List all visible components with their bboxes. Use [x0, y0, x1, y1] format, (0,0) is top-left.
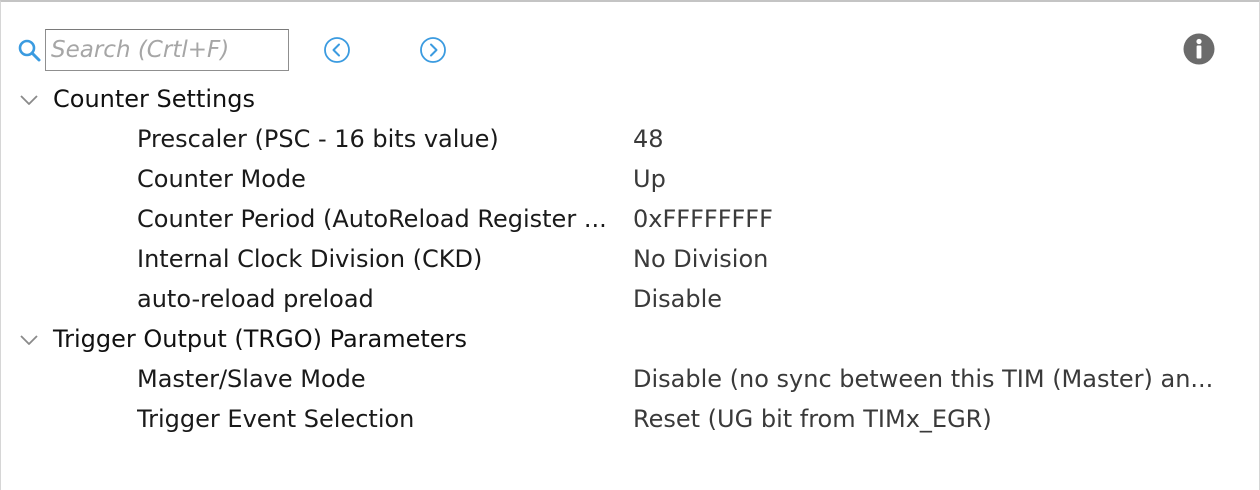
- param-name: Internal Clock Division (CKD): [137, 245, 483, 273]
- group-label: Counter Settings: [53, 85, 255, 113]
- param-name: auto-reload preload: [137, 285, 374, 313]
- param-row-auto-reload-preload[interactable]: auto-reload preload Disable: [1, 279, 1259, 319]
- param-name: Master/Slave Mode: [137, 365, 366, 393]
- param-value[interactable]: 0xFFFFFFFF: [633, 199, 1243, 239]
- group-label: Trigger Output (TRGO) Parameters: [53, 325, 467, 353]
- param-name: Counter Mode: [137, 165, 306, 193]
- chevron-right-circle-icon[interactable]: [419, 36, 447, 64]
- param-value[interactable]: No Division: [633, 239, 1243, 279]
- param-row-prescaler[interactable]: Prescaler (PSC - 16 bits value) 48: [1, 119, 1259, 159]
- search-input[interactable]: [45, 29, 289, 71]
- group-trigger-output-parameters[interactable]: Trigger Output (TRGO) Parameters: [1, 319, 1259, 359]
- chevron-down-icon[interactable]: [19, 333, 39, 347]
- chevron-left-circle-icon[interactable]: [323, 36, 351, 64]
- param-row-clock-division[interactable]: Internal Clock Division (CKD) No Divisio…: [1, 239, 1259, 279]
- group-counter-settings[interactable]: Counter Settings: [1, 79, 1259, 119]
- timer-parameter-settings-panel: Counter Settings Prescaler (PSC - 16 bit…: [0, 0, 1260, 490]
- param-value[interactable]: Disable (no sync between this TIM (Maste…: [633, 359, 1243, 399]
- param-name: Counter Period (AutoReload Register ...: [137, 205, 607, 233]
- param-row-trigger-event-selection[interactable]: Trigger Event Selection Reset (UG bit fr…: [1, 399, 1259, 439]
- param-row-counter-period[interactable]: Counter Period (AutoReload Register ... …: [1, 199, 1259, 239]
- param-name: Trigger Event Selection: [137, 405, 415, 433]
- param-value[interactable]: 48: [633, 119, 1243, 159]
- param-name: Prescaler (PSC - 16 bits value): [137, 125, 499, 153]
- param-value[interactable]: Up: [633, 159, 1243, 199]
- param-row-counter-mode[interactable]: Counter Mode Up: [1, 159, 1259, 199]
- param-row-master-slave-mode[interactable]: Master/Slave Mode Disable (no sync betwe…: [1, 359, 1259, 399]
- info-icon[interactable]: [1183, 33, 1215, 65]
- param-value[interactable]: Reset (UG bit from TIMx_EGR): [633, 399, 1243, 439]
- chevron-down-icon[interactable]: [19, 93, 39, 107]
- param-value[interactable]: Disable: [633, 279, 1243, 319]
- search-icon[interactable]: [17, 38, 43, 64]
